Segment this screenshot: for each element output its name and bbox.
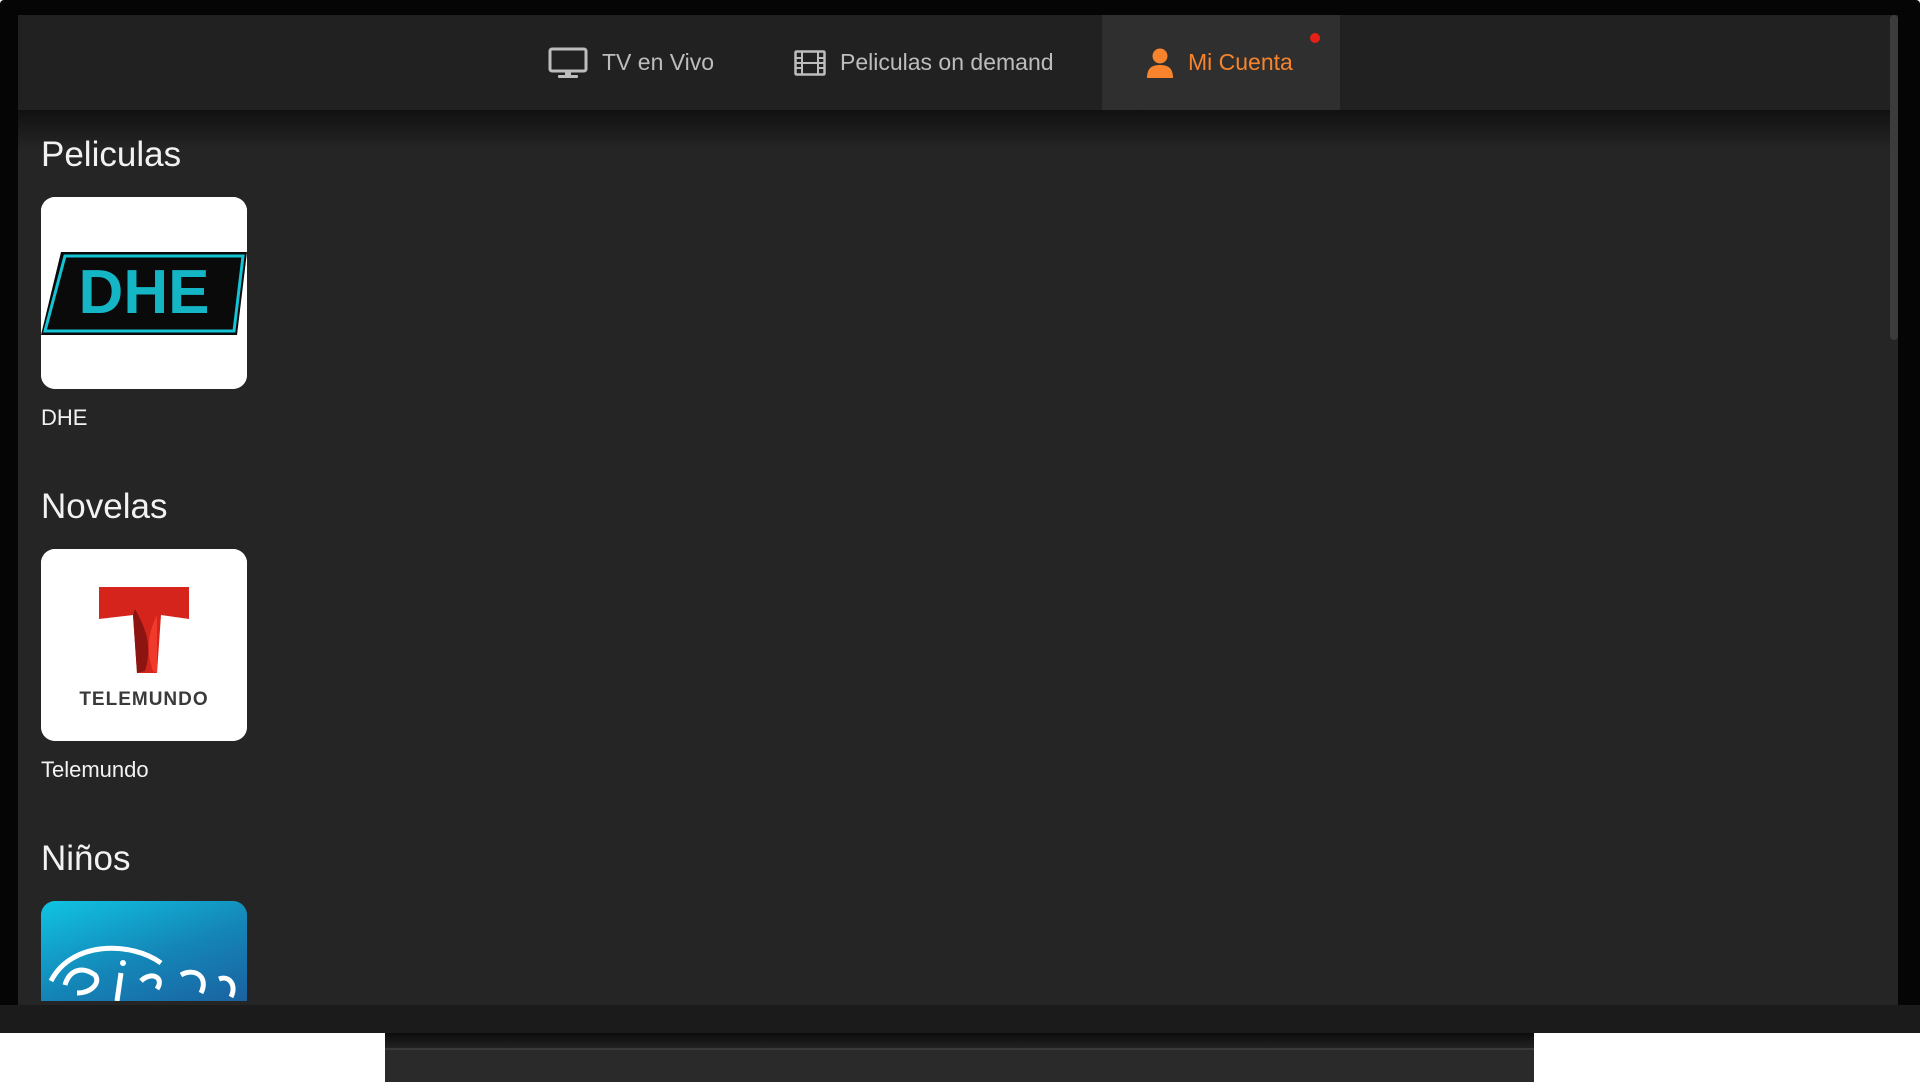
- tv-stand: [385, 1048, 1534, 1082]
- svg-text:TELEMUNDO: TELEMUNDO: [79, 689, 208, 710]
- tab-tv-en-vivo[interactable]: TV en Vivo: [508, 15, 754, 110]
- tab-tv-en-vivo-label: TV en Vivo: [602, 49, 715, 75]
- section-title: Niños: [41, 839, 131, 878]
- disney-logo: [48, 945, 236, 1001]
- tv-screen: TV en Vivo Peliculas on demand Mi Cuenta…: [18, 15, 1898, 1005]
- channel-tile-disney[interactable]: [41, 901, 247, 1001]
- top-navigation: TV en Vivo Peliculas on demand Mi Cuenta: [18, 15, 1898, 110]
- scrollbar[interactable]: [1890, 15, 1898, 340]
- channel-tile-telemundo[interactable]: TELEMUNDO: [41, 549, 247, 741]
- section-ninos: Niños: [41, 839, 247, 1001]
- section-title: Novelas: [41, 487, 168, 526]
- svg-text:DHE: DHE: [79, 258, 210, 327]
- tab-mi-cuenta-label: Mi Cuenta: [1188, 49, 1293, 75]
- film-icon: [794, 49, 826, 76]
- tab-peliculas-on-demand-label: Peliculas on demand: [840, 49, 1054, 75]
- channel-label: DHE: [41, 405, 88, 430]
- section-title: Peliculas: [41, 135, 182, 174]
- tv-icon: [548, 47, 588, 79]
- telemundo-logo: TELEMUNDO: [41, 549, 247, 741]
- tab-mi-cuenta[interactable]: Mi Cuenta: [1102, 15, 1340, 110]
- user-icon: [1146, 48, 1174, 78]
- tv-stand-shadow: [385, 1033, 1534, 1048]
- dhe-logo: DHE: [41, 197, 247, 389]
- tab-peliculas-on-demand[interactable]: Peliculas on demand: [754, 15, 1102, 110]
- nav-tabs: TV en Vivo Peliculas on demand Mi Cuenta: [508, 15, 1340, 110]
- section-novelas: Novelas TELEMUNDO Telemundo: [41, 487, 247, 783]
- channel-label: Telemundo: [41, 757, 149, 782]
- tv-chin: [0, 1005, 1920, 1033]
- section-peliculas: Peliculas DHE DHE: [41, 135, 247, 431]
- nav-shadow: [18, 110, 1898, 150]
- channel-tile-dhe[interactable]: DHE: [41, 197, 247, 389]
- notification-badge: [1310, 33, 1320, 43]
